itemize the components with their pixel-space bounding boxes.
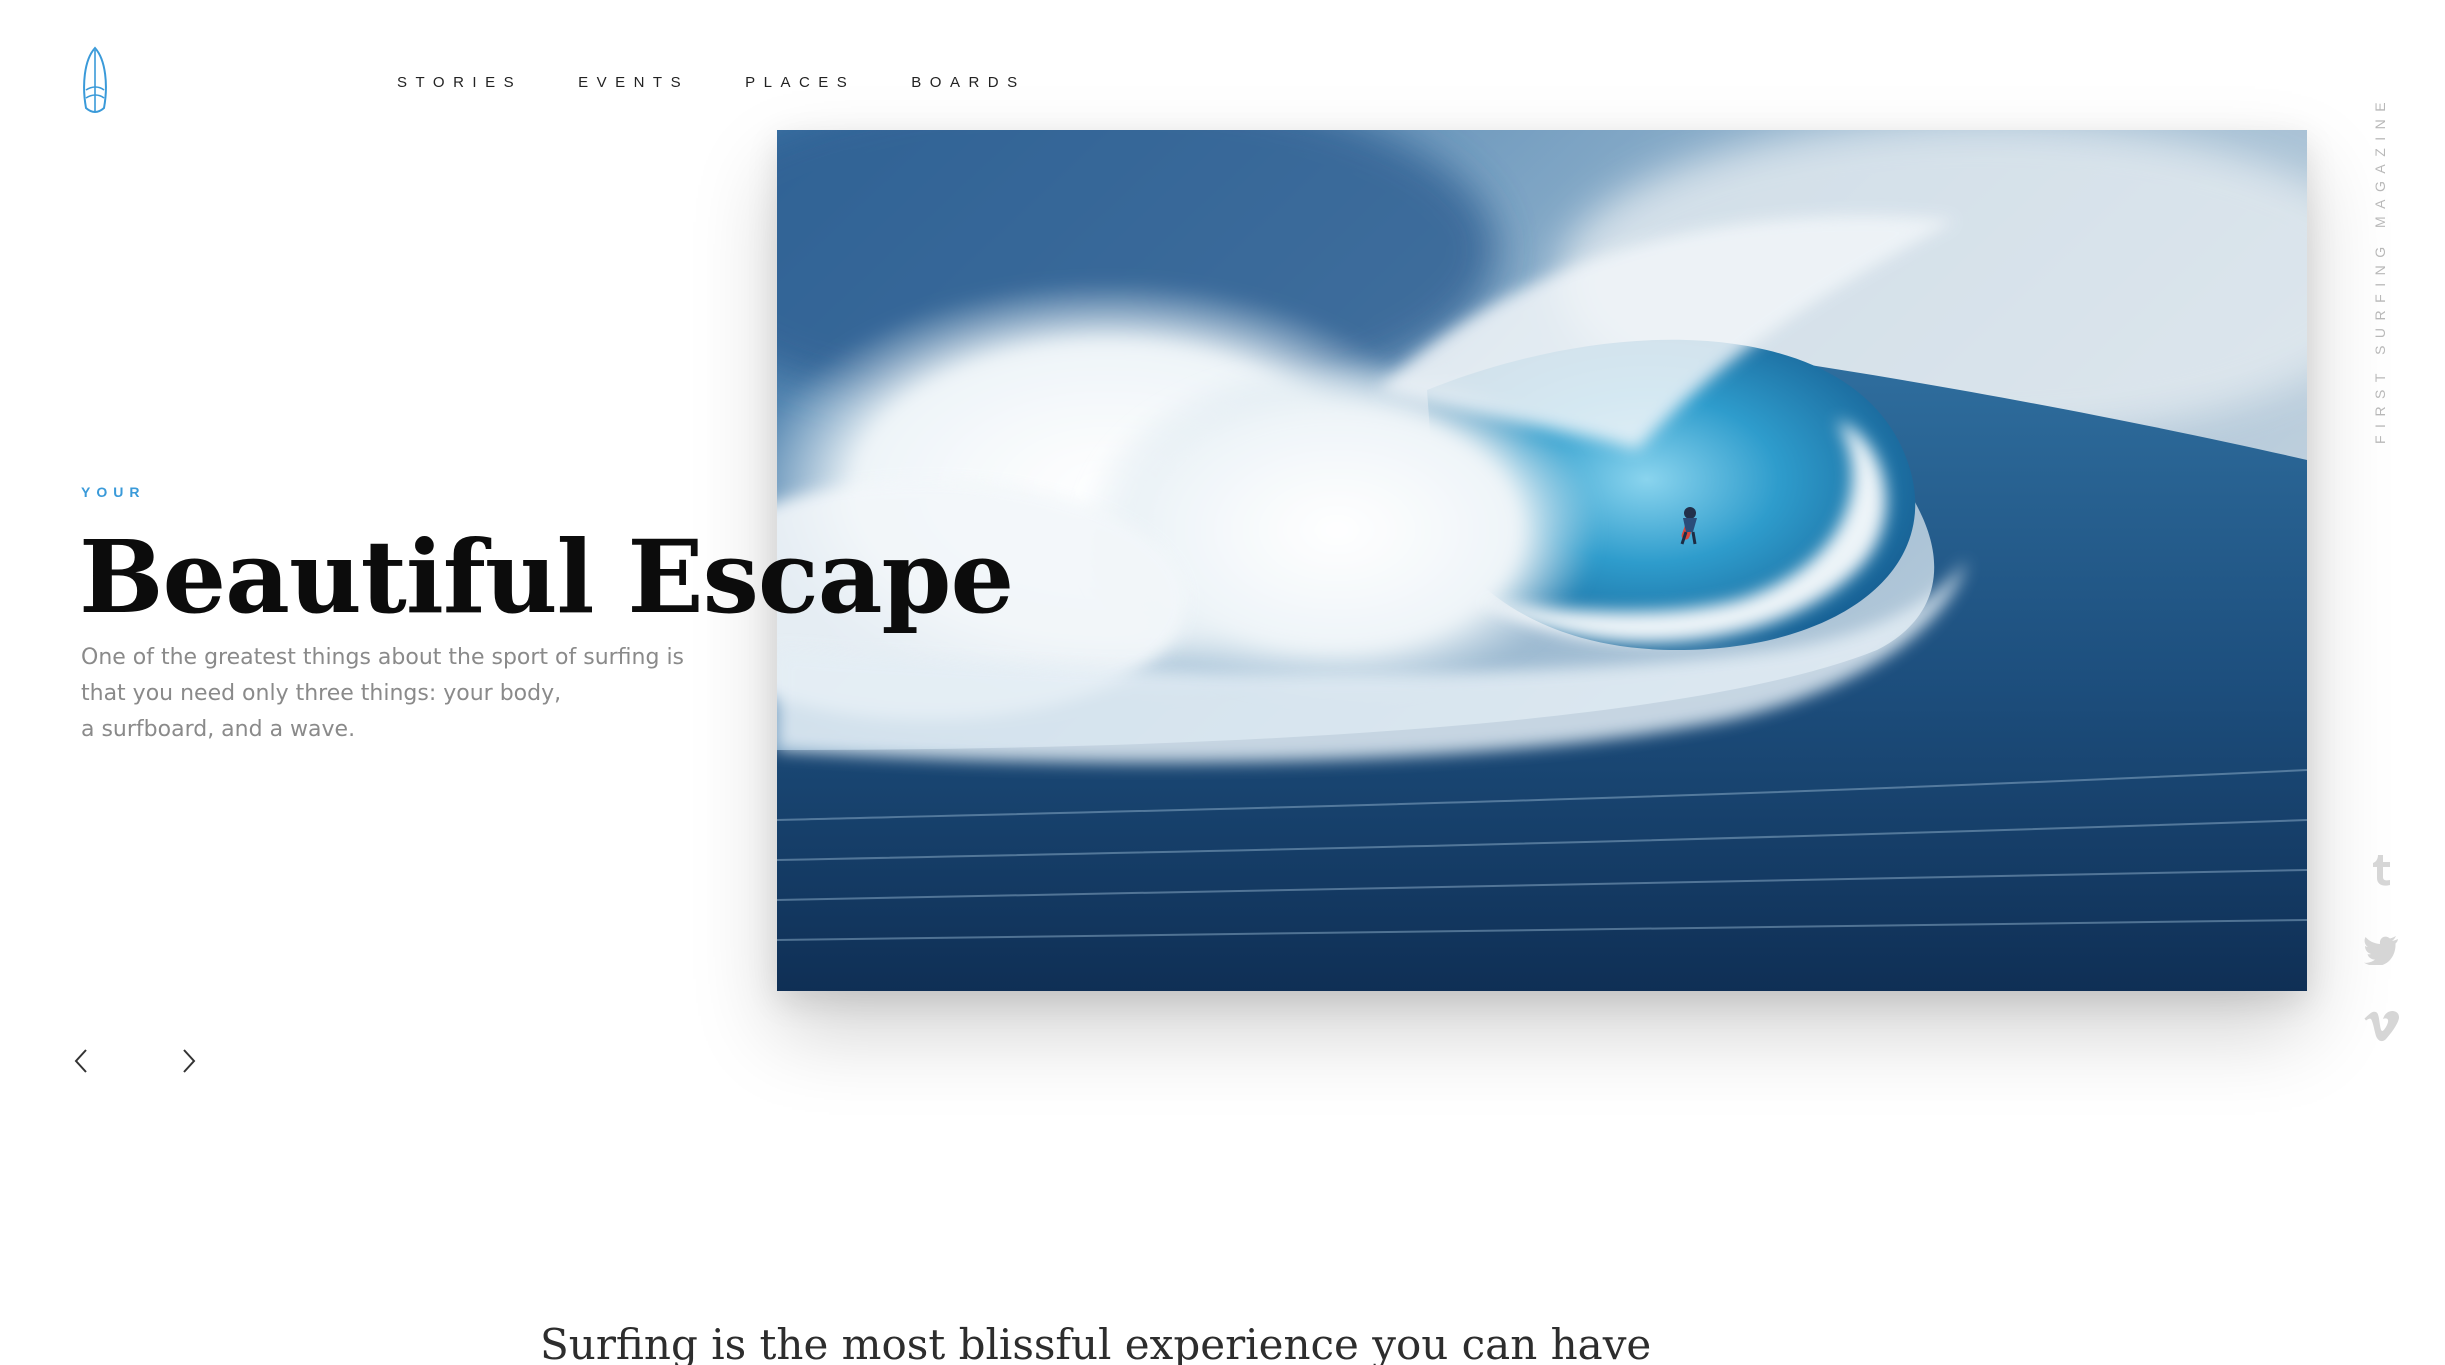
chevron-right-icon[interactable] xyxy=(176,1046,200,1076)
chevron-left-icon[interactable] xyxy=(70,1046,94,1076)
twitter-icon[interactable] xyxy=(2362,930,2402,970)
nav-item-events[interactable]: EVENTS xyxy=(578,74,689,91)
hero-eyebrow: YOUR xyxy=(81,484,146,500)
intro-quote: Surfing is the most blissful experience … xyxy=(540,1320,1652,1365)
nav-item-places[interactable]: PLACES xyxy=(745,74,855,91)
nav-item-stories[interactable]: STORIES xyxy=(397,74,522,91)
nav-item-boards[interactable]: BOARDS xyxy=(911,74,1025,91)
hero-lead-line: that you need only three things: your bo… xyxy=(81,681,562,706)
hero-lead-line: One of the greatest things about the spo… xyxy=(81,645,685,670)
vimeo-icon[interactable] xyxy=(2362,1006,2402,1046)
main-nav: STORIES EVENTS PLACES BOARDS xyxy=(397,74,1082,91)
hero-lead: One of the greatest things about the spo… xyxy=(81,640,721,748)
hero-title: Beautiful Escape xyxy=(79,518,1014,636)
tumblr-icon[interactable] xyxy=(2362,850,2402,890)
surfboard-logo-icon[interactable] xyxy=(80,46,110,116)
vertical-tagline: FIRST SURFING MAGAZINE xyxy=(2372,94,2388,444)
landing-page: STORIES EVENTS PLACES BOARDS YOUR Beauti… xyxy=(0,0,2445,1365)
hero-lead-line: a surfboard, and a wave. xyxy=(81,717,356,742)
